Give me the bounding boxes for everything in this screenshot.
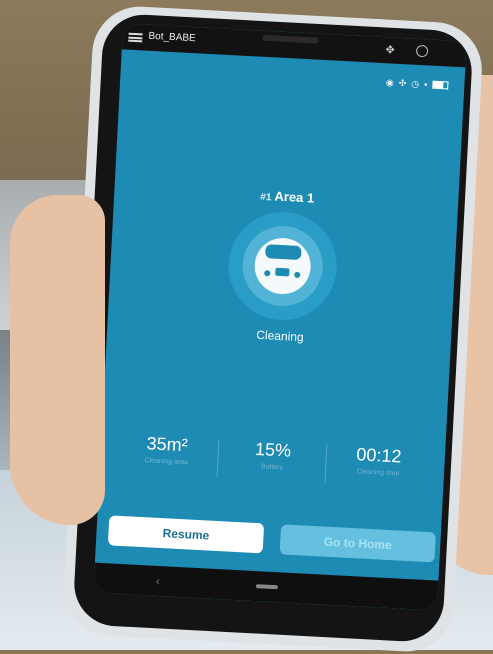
resume-button[interactable]: Resume bbox=[107, 515, 265, 554]
area-label: #1 Area 1 bbox=[222, 186, 353, 208]
back-icon[interactable]: ‹ bbox=[156, 574, 161, 588]
stat-divider bbox=[216, 438, 220, 477]
power-icon[interactable] bbox=[415, 44, 429, 58]
stat-divider bbox=[324, 444, 328, 483]
area-number: #1 bbox=[260, 191, 272, 204]
app-title: Bot_BABE bbox=[148, 30, 197, 45]
left-thumb bbox=[10, 195, 105, 525]
home-gesture-bar[interactable] bbox=[255, 584, 278, 590]
fan-icon: ✣ bbox=[398, 77, 407, 89]
stat-value: 00:12 bbox=[355, 444, 402, 467]
area-name: Area 1 bbox=[274, 188, 315, 206]
app-screen: Bot_BABE ✥ ◉ ✣ ◷ ▪ #1 Area 1 Cleaning 35m… bbox=[93, 23, 467, 611]
stat-value: 35m² bbox=[146, 433, 189, 456]
menu-icon[interactable] bbox=[128, 32, 143, 43]
eye-icon: ◉ bbox=[385, 77, 395, 88]
robot-status-text: Cleaning bbox=[255, 327, 305, 345]
remote-control-icon[interactable]: ✥ bbox=[384, 44, 397, 57]
stat-cleaning-time: 00:12 Cleaning time bbox=[330, 443, 427, 479]
stat-battery: 15% Battery bbox=[224, 437, 321, 473]
stat-cleaning-area: 35m² Cleaning area bbox=[118, 432, 215, 468]
signal-icon: ▪ bbox=[423, 79, 428, 90]
go-to-home-button[interactable]: Go to Home bbox=[279, 524, 436, 563]
stat-label: Cleaning area bbox=[144, 457, 189, 467]
battery-icon bbox=[432, 80, 449, 90]
phone-speaker bbox=[262, 34, 319, 44]
timer-icon: ◷ bbox=[411, 78, 420, 89]
robot-vacuum-sensor bbox=[275, 267, 290, 277]
stat-value: 15% bbox=[254, 438, 292, 461]
stat-label: Cleaning time bbox=[356, 468, 400, 478]
stat-label: Battery bbox=[260, 463, 284, 472]
robot-vacuum-bumper bbox=[265, 244, 302, 261]
status-icons: ◉ ✣ ◷ ▪ bbox=[386, 77, 449, 90]
